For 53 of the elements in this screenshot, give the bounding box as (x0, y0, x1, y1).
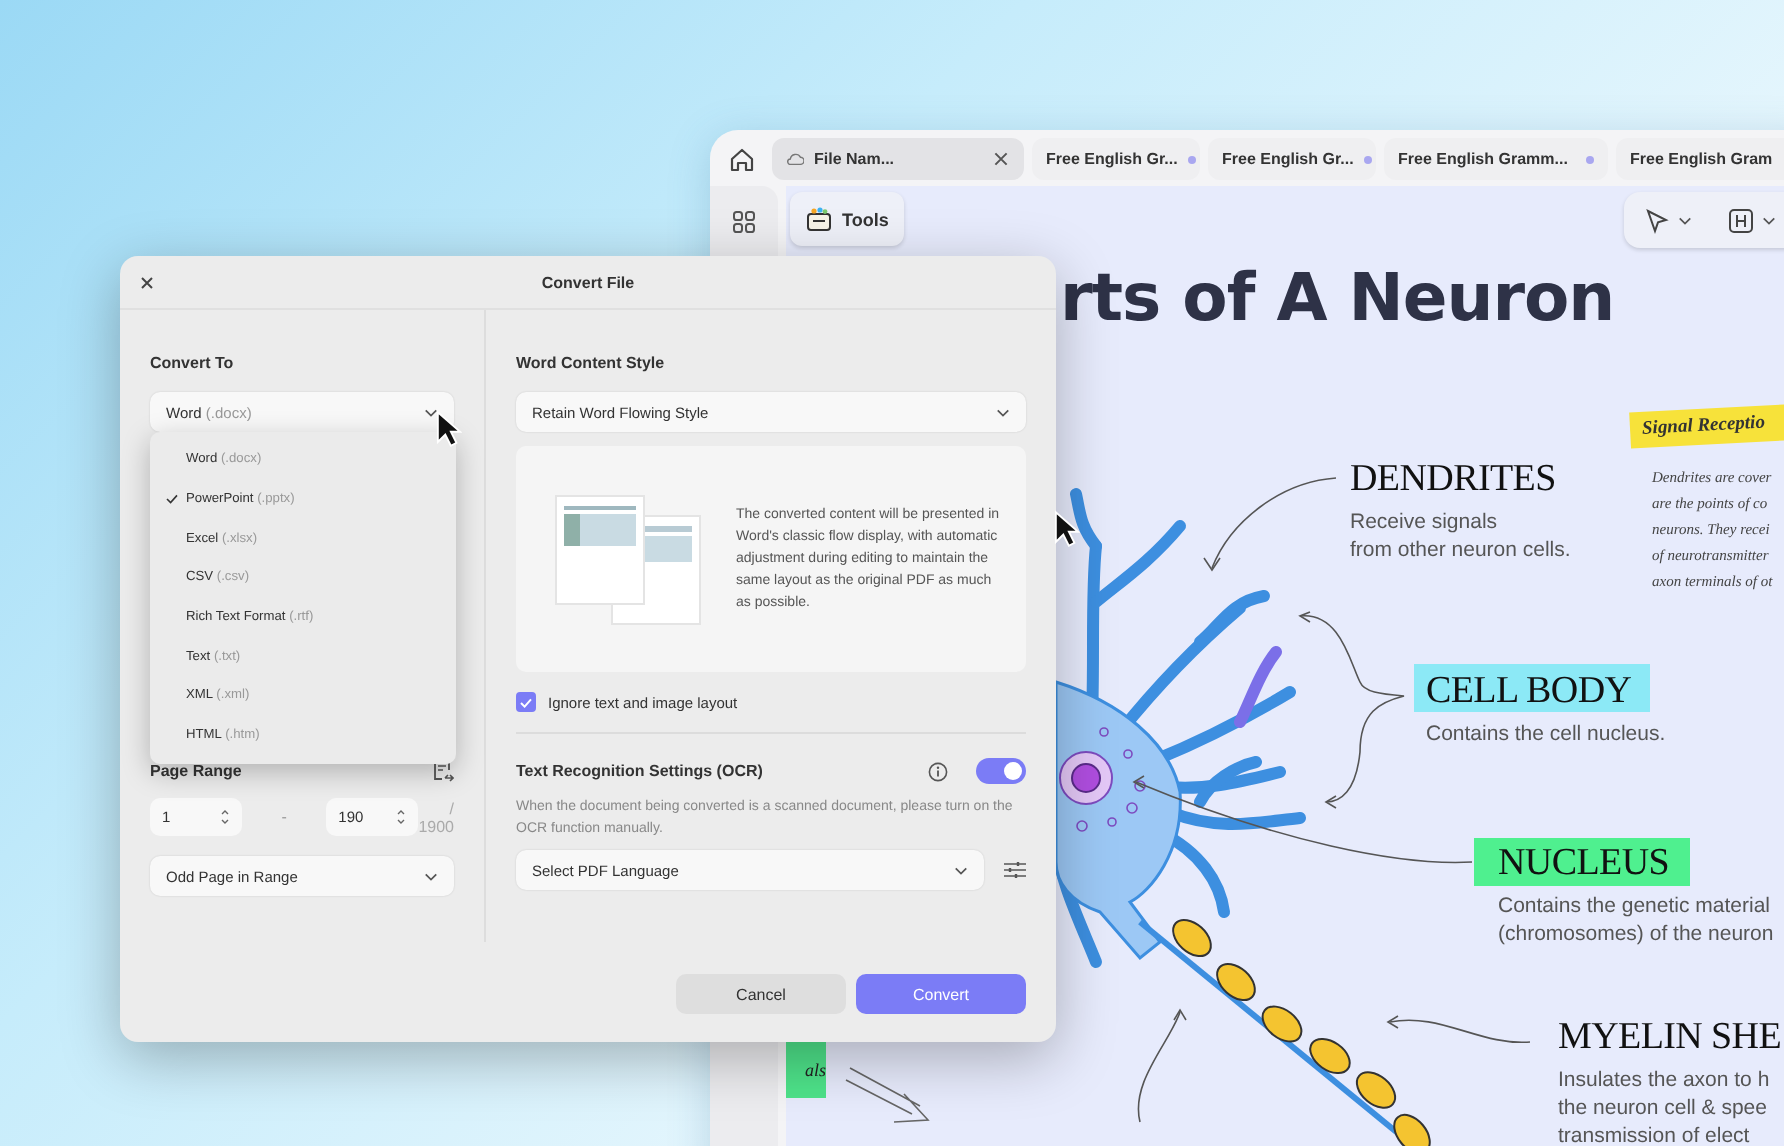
checkbox[interactable] (516, 692, 536, 712)
sticky-note-heading: Signal Receptio (1629, 403, 1784, 449)
part-description: (chromosomes) of the neuron (1498, 920, 1774, 948)
leader-line (1203, 477, 1337, 572)
part-description: Insulates the axon to h (1558, 1066, 1770, 1094)
cancel-button[interactable]: Cancel (676, 974, 846, 1014)
close-icon[interactable] (992, 150, 1010, 168)
arrow-icon (845, 1067, 930, 1123)
section-label: Word Content Style (516, 354, 667, 372)
toolbox-icon (806, 206, 832, 232)
grid-icon[interactable] (732, 210, 756, 234)
range-separator: - (279, 808, 289, 826)
part-description: from other neuron cells. (1350, 536, 1571, 564)
document-title: rts of A Neuron (1060, 258, 1615, 336)
caret-icon (996, 407, 1010, 417)
stepper-icon[interactable] (396, 808, 407, 826)
cursor-icon (436, 410, 462, 448)
dialog-title: Convert File (541, 273, 635, 291)
caret-icon (1762, 215, 1776, 225)
section-label: Text Recognition Settings (OCR) (516, 762, 765, 780)
home-icon[interactable] (728, 145, 756, 173)
tools-button[interactable]: Tools (790, 192, 905, 246)
heading-icon[interactable] (1728, 207, 1754, 233)
caret-icon (954, 865, 968, 875)
document-tab[interactable]: Free English Gram (1616, 138, 1784, 180)
document-tab[interactable]: Free English Gr... (1032, 138, 1200, 180)
part-description: the neuron cell & spee (1558, 1094, 1767, 1122)
caret-icon (1678, 215, 1692, 225)
part-heading: MYELIN SHE (1558, 1016, 1782, 1060)
document-tab[interactable]: File Nam... (772, 138, 1024, 180)
info-icon[interactable] (928, 761, 948, 781)
cloud-icon (786, 150, 804, 168)
close-icon[interactable] (140, 275, 154, 289)
part-description: transmission of elect (1558, 1122, 1750, 1146)
pointer-icon[interactable] (1644, 207, 1670, 233)
section-label: Page Range (150, 761, 242, 779)
sliders-icon[interactable] (1004, 860, 1026, 880)
stepper-icon[interactable] (220, 808, 231, 826)
ocr-toggle[interactable] (976, 758, 1026, 784)
section-label: Convert To (150, 354, 236, 372)
part-description: Receive signals (1350, 508, 1498, 536)
part-heading: DENDRITES (1350, 458, 1556, 502)
document-tab[interactable]: Free English Gramm... (1384, 138, 1608, 180)
page-total: / 1900 (418, 799, 454, 835)
document-tab[interactable]: Free English Gr... (1208, 138, 1376, 180)
sticky-note: als (786, 1042, 826, 1098)
part-heading: CELL BODY (1426, 670, 1632, 714)
leader-line (1137, 1008, 1187, 1123)
part-heading: NUCLEUS (1498, 842, 1670, 886)
part-description: Contains the genetic material (1498, 892, 1770, 920)
caret-icon (424, 871, 438, 881)
cursor-icon (1054, 510, 1080, 548)
part-description: Contains the cell nucleus. (1426, 720, 1666, 748)
